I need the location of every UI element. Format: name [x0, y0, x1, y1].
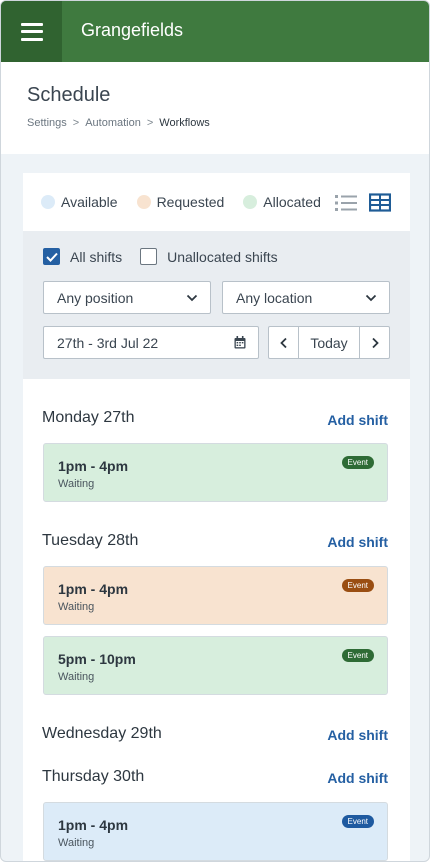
hamburger-icon [20, 22, 43, 41]
available-dot-icon [41, 195, 55, 209]
shift-status: Waiting [58, 671, 95, 683]
event-badge: Event [341, 649, 374, 662]
legend-label: Allocated [263, 194, 321, 210]
location-value: Any location [236, 289, 313, 306]
chevron-down-icon [365, 294, 377, 302]
event-badge: Event [341, 456, 374, 469]
schedule-card: Available Requested Allocated All shifts… [23, 173, 410, 861]
date-pager: Today [268, 326, 390, 359]
breadcrumb-workflows: Workflows [159, 117, 210, 129]
all-shifts-checkbox[interactable] [43, 248, 60, 265]
shift-time: 1pm - 4pm [58, 817, 129, 833]
day-heading: Thursday 30th [42, 768, 145, 785]
add-shift-button[interactable]: Add shift [327, 412, 388, 428]
chevron-down-icon [186, 294, 198, 302]
hamburger-menu-button[interactable] [1, 1, 62, 62]
shift-card[interactable]: 1pm - 4pm Waiting Event [43, 443, 388, 502]
legend-available: Available [41, 194, 118, 210]
date-range-value: 27th - 3rd Jul 22 [57, 334, 159, 351]
page-title: Schedule [27, 84, 111, 106]
top-bar: Grangefields [1, 1, 429, 62]
legend: Available Requested Allocated [41, 194, 340, 210]
app-frame: Grangefields Schedule Settings > Automat… [0, 0, 430, 862]
page-header: Schedule Settings > Automation > Workflo… [1, 62, 429, 154]
position-select[interactable]: Any position [43, 281, 211, 314]
add-shift-button[interactable]: Add shift [327, 534, 388, 550]
breadcrumb-automation[interactable]: Automation [85, 117, 141, 129]
chevron-left-icon [279, 337, 287, 348]
view-toggle [335, 193, 392, 218]
next-week-button[interactable] [360, 327, 389, 358]
calendar-icon [234, 336, 246, 349]
event-badge: Event [341, 579, 374, 592]
position-value: Any position [57, 289, 134, 306]
unallocated-shifts-checkbox[interactable] [140, 248, 158, 265]
shift-card[interactable]: 1pm - 4pm Waiting Event [43, 802, 388, 861]
shift-status: Waiting [58, 837, 95, 849]
day-heading: Monday 27th [42, 409, 135, 426]
shift-card[interactable]: 5pm - 10pm Waiting Event [43, 636, 388, 695]
allocated-dot-icon [243, 195, 258, 209]
breadcrumb-separator: > [146, 117, 154, 129]
location-select[interactable]: Any location [222, 281, 390, 314]
previous-week-button[interactable] [269, 327, 298, 358]
shift-filter-row: All shifts Unallocated shifts [43, 248, 278, 265]
add-shift-button[interactable]: Add shift [327, 770, 388, 786]
legend-label: Available [61, 194, 118, 210]
shift-time: 1pm - 4pm [58, 458, 129, 474]
legend-requested: Requested [136, 194, 225, 210]
breadcrumb: Settings > Automation > Workflows [27, 117, 210, 129]
legend-allocated: Allocated [243, 194, 321, 210]
app-title: Grangefields [81, 20, 184, 40]
check-icon [45, 252, 58, 262]
event-badge: Event [341, 815, 374, 828]
shift-status: Waiting [58, 601, 95, 613]
shift-time: 1pm - 4pm [58, 581, 129, 597]
shift-status: Waiting [58, 478, 95, 490]
date-range-input[interactable]: 27th - 3rd Jul 22 [43, 326, 259, 359]
grid-view-icon[interactable] [368, 193, 392, 218]
day-heading: Tuesday 28th [42, 532, 139, 549]
breadcrumb-separator: > [72, 117, 80, 129]
unallocated-shifts-label: Unallocated shifts [167, 248, 278, 265]
requested-dot-icon [136, 195, 151, 209]
breadcrumb-settings[interactable]: Settings [27, 117, 67, 129]
add-shift-button[interactable]: Add shift [327, 727, 388, 743]
day-heading: Wednesday 29th [42, 725, 162, 742]
shift-card[interactable]: 1pm - 4pm Waiting Event [43, 566, 388, 625]
filters-panel: All shifts Unallocated shifts Any positi… [23, 231, 410, 379]
legend-label: Requested [156, 194, 225, 210]
chevron-right-icon [371, 337, 379, 348]
list-view-icon[interactable] [335, 193, 357, 218]
all-shifts-label: All shifts [70, 248, 123, 265]
today-button[interactable]: Today [298, 327, 360, 358]
shift-time: 5pm - 10pm [58, 651, 136, 667]
